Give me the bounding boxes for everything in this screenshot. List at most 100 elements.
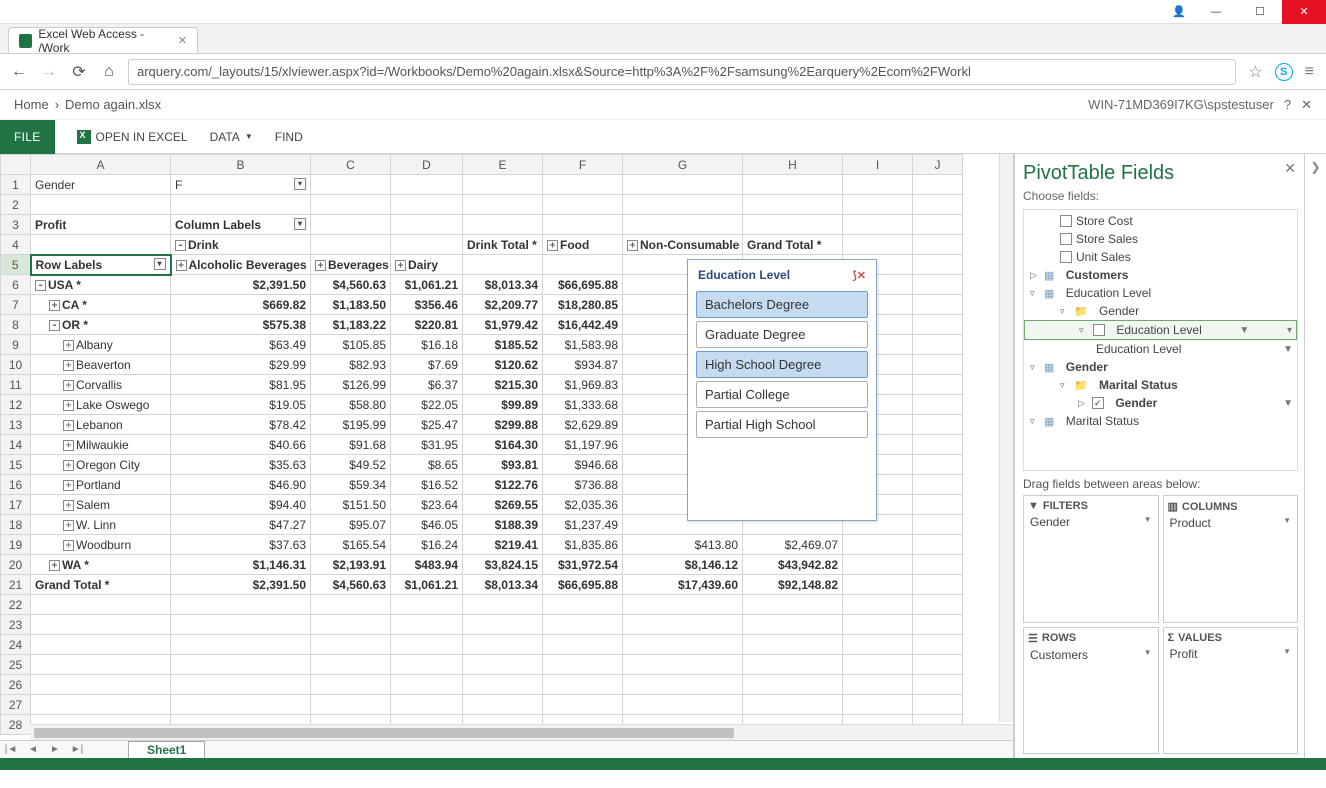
spreadsheet-grid[interactable]: A B C D E F G H I J 1 Gender F▾ 2 3 Prof… <box>0 154 1014 758</box>
dim-gender[interactable]: ▿▦ Gender <box>1024 358 1297 376</box>
minimize-button[interactable]: — <box>1194 0 1238 24</box>
url-input[interactable] <box>128 59 1236 85</box>
row-label[interactable]: +Beaverton <box>31 355 171 375</box>
chrome-menu-icon[interactable]: ≡ <box>1301 63 1318 81</box>
row-header[interactable]: 2 <box>1 195 31 215</box>
row-label[interactable]: +Milwaukie <box>31 435 171 455</box>
expand-icon[interactable]: + <box>63 360 74 371</box>
expand-icon[interactable]: + <box>63 340 74 351</box>
slicer-item[interactable]: High School Degree <box>696 351 868 378</box>
field-unit-sales[interactable]: Unit Sales <box>1024 248 1297 266</box>
row-header[interactable]: 11 <box>1 375 31 395</box>
row-header[interactable]: 1 <box>1 175 31 195</box>
expand-ribbon-button[interactable]: ❯ <box>1304 154 1326 758</box>
expand-icon[interactable]: + <box>49 560 60 571</box>
food-h[interactable]: +Food <box>543 235 623 255</box>
row-label[interactable]: +Corvallis <box>31 375 171 395</box>
bev-h[interactable]: +Beverages <box>311 255 391 275</box>
close-pane-icon[interactable]: ✕ <box>1284 160 1296 177</box>
col-header-D[interactable]: D <box>391 155 463 175</box>
row-label[interactable]: -OR * <box>31 315 171 335</box>
row-header[interactable]: 9 <box>1 335 31 355</box>
skype-icon[interactable]: S <box>1275 63 1293 81</box>
row-label[interactable]: +Oregon City <box>31 455 171 475</box>
slicer-item[interactable]: Partial High School <box>696 411 868 438</box>
fields-list[interactable]: Store Cost Store Sales Unit Sales ▷▦ Cus… <box>1023 209 1298 471</box>
row-header[interactable]: 14 <box>1 435 31 455</box>
row-label[interactable]: +Lebanon <box>31 415 171 435</box>
row-header[interactable]: 16 <box>1 475 31 495</box>
file-menu-button[interactable]: FILE <box>0 120 55 154</box>
row-header[interactable]: 13 <box>1 415 31 435</box>
close-window-button[interactable]: ✕ <box>1282 0 1326 24</box>
row-label[interactable]: -USA * <box>31 275 171 295</box>
row-label[interactable]: +Woodburn <box>31 535 171 555</box>
bookmark-star-icon[interactable]: ☆ <box>1244 62 1266 82</box>
filter-dropdown-icon[interactable]: ▾ <box>154 258 166 270</box>
field-store-cost[interactable]: Store Cost <box>1024 212 1297 230</box>
drink-group[interactable]: -Drink <box>171 235 311 255</box>
slicer-item[interactable]: Partial College <box>696 381 868 408</box>
filters-item[interactable]: Gender▼ <box>1028 514 1154 530</box>
dim-customers[interactable]: ▷▦ Customers <box>1024 266 1297 284</box>
dim-education-level[interactable]: ▿▦ Education Level <box>1024 284 1297 302</box>
expand-icon[interactable]: + <box>49 300 60 311</box>
sheet-nav-first[interactable]: |◄ <box>0 744 22 755</box>
row-header[interactable]: 6 <box>1 275 31 295</box>
row-header[interactable]: 28 <box>1 715 31 735</box>
col-header-B[interactable]: B <box>171 155 311 175</box>
expand-icon[interactable]: + <box>63 400 74 411</box>
col-header-J[interactable]: J <box>913 155 963 175</box>
dim-marital-status[interactable]: ▿▦ Marital Status <box>1024 412 1297 430</box>
filter-icon[interactable]: ▼ <box>1283 344 1293 355</box>
sheet-tab[interactable]: Sheet1 <box>128 741 205 758</box>
attr-education-level[interactable]: Education Level▼ <box>1024 340 1297 358</box>
row-header[interactable]: 27 <box>1 695 31 715</box>
clear-filter-icon[interactable]: ⟆✕ <box>852 269 866 282</box>
slicer-item[interactable]: Graduate Degree <box>696 321 868 348</box>
row-label[interactable]: +W. Linn <box>31 515 171 535</box>
alc-h[interactable]: +Alcoholic Beverages <box>171 255 311 275</box>
sheet-nav-prev[interactable]: ◄ <box>22 744 44 755</box>
row-header[interactable]: 23 <box>1 615 31 635</box>
expand-icon[interactable]: - <box>35 280 46 291</box>
columns-area[interactable]: ▥COLUMNS Product▼ <box>1163 495 1299 623</box>
close-tab-icon[interactable]: ✕ <box>178 34 187 47</box>
maximize-button[interactable]: ☐ <box>1238 0 1282 24</box>
row-header[interactable]: 26 <box>1 675 31 695</box>
hier-marital-status[interactable]: ▿📁 Marital Status <box>1024 376 1297 394</box>
row-header[interactable]: 20 <box>1 555 31 575</box>
row-labels-cell[interactable]: Row Labels▾ <box>31 255 171 275</box>
rows-item[interactable]: Customers▼ <box>1028 647 1154 663</box>
expand-icon[interactable]: + <box>63 380 74 391</box>
row-label[interactable]: +Lake Oswego <box>31 395 171 415</box>
row-header[interactable]: 4 <box>1 235 31 255</box>
find-button[interactable]: FIND <box>275 130 303 144</box>
row-label[interactable]: +Salem <box>31 495 171 515</box>
row-header[interactable]: 25 <box>1 655 31 675</box>
select-all-corner[interactable] <box>1 155 31 175</box>
user-account-icon[interactable]: 👤 <box>1164 0 1194 24</box>
home-button[interactable]: ⌂ <box>98 63 120 81</box>
expand-icon[interactable]: - <box>49 320 60 331</box>
row-header[interactable]: 17 <box>1 495 31 515</box>
help-icon[interactable]: ? <box>1284 97 1291 112</box>
expand-icon[interactable]: + <box>63 460 74 471</box>
row-header[interactable]: 24 <box>1 635 31 655</box>
close-header-icon[interactable]: ✕ <box>1301 97 1312 113</box>
gender-filter-value[interactable]: F▾ <box>171 175 311 195</box>
row-header[interactable]: 5 <box>1 255 31 275</box>
columns-item[interactable]: Product▼ <box>1168 515 1294 531</box>
col-header-I[interactable]: I <box>843 155 913 175</box>
reload-button[interactable]: ⟳ <box>68 62 90 82</box>
attr-gender[interactable]: ▷ Gender▼ <box>1024 394 1297 412</box>
row-header[interactable]: 21 <box>1 575 31 595</box>
dairy-h[interactable]: +Dairy <box>391 255 463 275</box>
row-header[interactable]: 19 <box>1 535 31 555</box>
open-in-excel-button[interactable]: OPEN IN EXCEL <box>77 130 188 144</box>
row-header[interactable]: 10 <box>1 355 31 375</box>
data-menu-button[interactable]: DATA▼ <box>210 130 253 144</box>
row-header[interactable]: 8 <box>1 315 31 335</box>
hier-gender-under-edu[interactable]: ▿📁 Gender <box>1024 302 1297 320</box>
breadcrumb-file[interactable]: Demo again.xlsx <box>65 97 161 112</box>
